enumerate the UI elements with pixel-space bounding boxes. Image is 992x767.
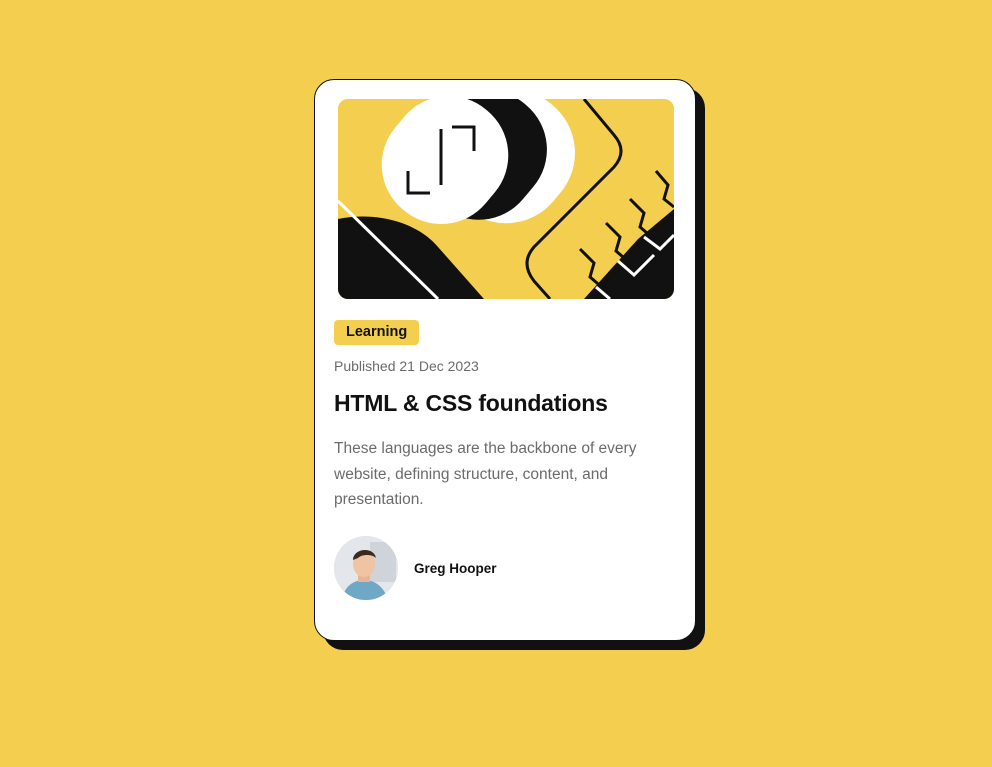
- avatar-photo-icon: [334, 536, 398, 600]
- blog-preview-card: Learning Published 21 Dec 2023 HTML & CS…: [314, 79, 696, 641]
- article-title[interactable]: HTML & CSS foundations: [334, 390, 608, 417]
- avatar: [334, 536, 398, 600]
- author-name[interactable]: Greg Hooper: [414, 561, 497, 576]
- article-description: These languages are the backbone of ever…: [334, 440, 637, 508]
- publish-date: Published 21 Dec 2023: [334, 358, 479, 374]
- article-illustration: [338, 99, 674, 299]
- author-block: Greg Hooper: [334, 536, 497, 600]
- category-tag[interactable]: Learning: [334, 320, 420, 345]
